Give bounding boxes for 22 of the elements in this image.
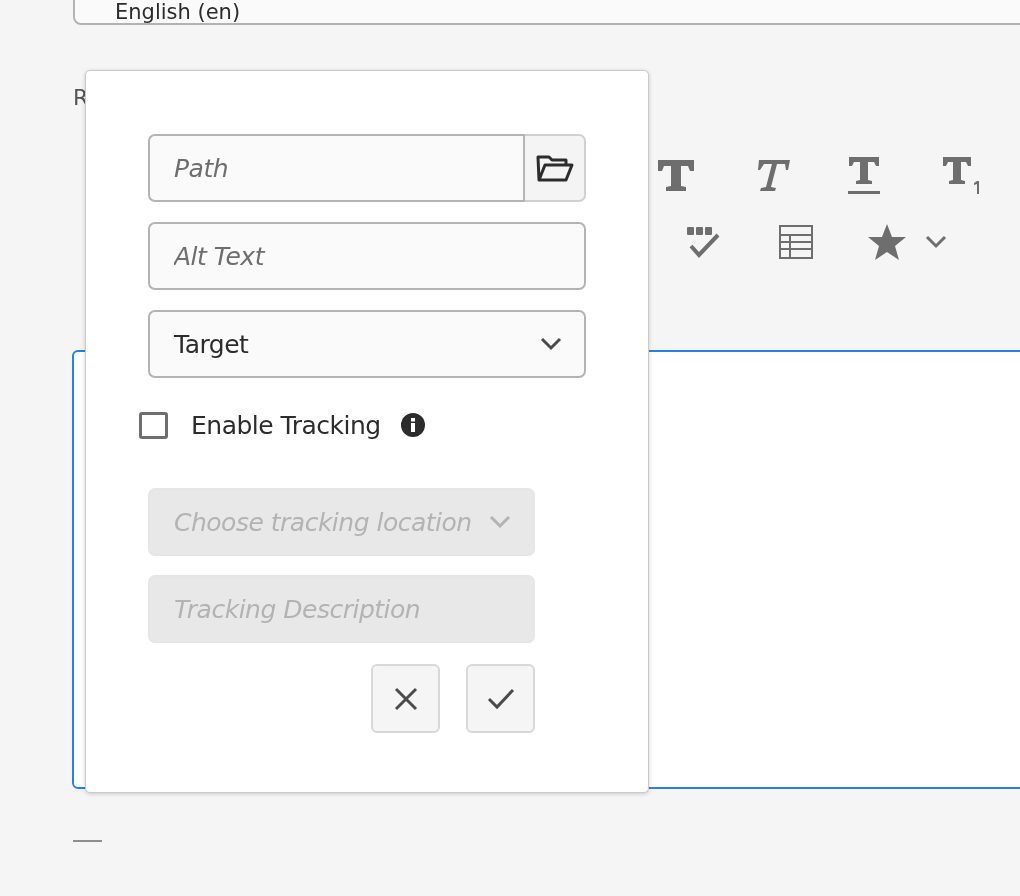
chevron-down-icon[interactable] bbox=[925, 235, 947, 249]
browse-button[interactable] bbox=[525, 134, 586, 202]
divider bbox=[73, 840, 102, 842]
folder-icon bbox=[535, 154, 574, 182]
checkmark-icon bbox=[486, 687, 515, 710]
info-icon[interactable] bbox=[400, 413, 425, 437]
underline-icon[interactable] bbox=[846, 155, 882, 195]
chevron-down-icon bbox=[540, 337, 562, 351]
cancel-button[interactable] bbox=[371, 664, 440, 733]
table-icon[interactable] bbox=[778, 224, 814, 260]
path-field[interactable]: Path bbox=[148, 134, 526, 202]
checkbox-label: Enable Tracking bbox=[191, 410, 381, 440]
bold-icon[interactable] bbox=[656, 158, 696, 192]
checkbox[interactable] bbox=[139, 411, 168, 439]
language-field[interactable]: English (en) bbox=[73, 0, 1020, 25]
target-dropdown[interactable]: Target bbox=[148, 310, 586, 378]
spellcheck-icon[interactable] bbox=[685, 224, 721, 260]
close-icon bbox=[393, 686, 418, 711]
star-icon[interactable] bbox=[867, 223, 907, 261]
chevron-down-icon bbox=[489, 515, 511, 529]
confirm-button[interactable] bbox=[466, 664, 535, 733]
subscript-icon[interactable] bbox=[941, 155, 981, 195]
